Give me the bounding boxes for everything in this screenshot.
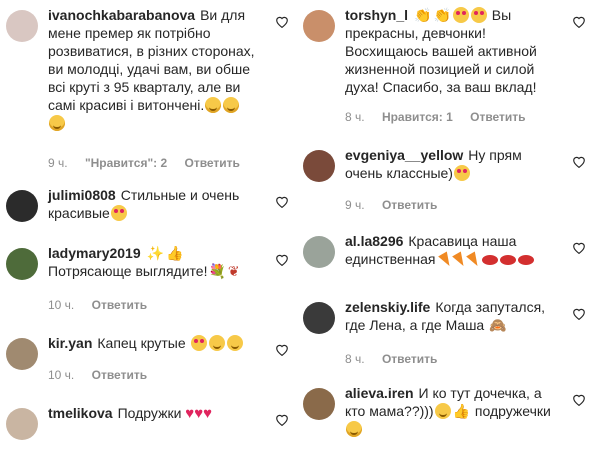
likes-count[interactable]: Нравится: 1 bbox=[382, 110, 453, 124]
avatar[interactable] bbox=[303, 236, 335, 268]
comment-meta: 9 ч. "Нравится": 2 Ответить bbox=[48, 156, 254, 170]
bouquet-emoji-icon: 💐 bbox=[208, 263, 226, 279]
comment-meta: 8 ч. Ответить bbox=[345, 352, 451, 366]
sparkle-emoji-icon: ✨ bbox=[146, 245, 165, 261]
avatar[interactable] bbox=[303, 388, 335, 420]
heart-eyes-emoji-icon bbox=[110, 205, 127, 221]
comment-item: alieva.iren И ко тут дочечка, а кто мама?… bbox=[297, 378, 594, 453]
avatar[interactable] bbox=[6, 248, 38, 280]
avatar[interactable] bbox=[6, 338, 38, 370]
carrot-emoji-icon bbox=[466, 251, 483, 269]
red-heart-emoji-icon: ♥ bbox=[185, 405, 195, 422]
smile-emoji-icon bbox=[49, 115, 65, 131]
avatar[interactable] bbox=[303, 10, 335, 42]
comments-column-right: torshyn_l 👏 👏 Вы прекрасны, девчонки! Восх… bbox=[297, 0, 594, 453]
grin-sweat-emoji-icon bbox=[208, 335, 225, 351]
comment-item: zelenskiy.life Когда запутался, где Лена,… bbox=[297, 292, 594, 372]
red-heart-emoji-icon: ♥ bbox=[194, 405, 204, 422]
carrot-emoji-icon bbox=[438, 251, 455, 269]
grin-emoji-icon bbox=[434, 403, 451, 419]
reply-button[interactable]: Ответить bbox=[382, 198, 437, 212]
comment-item: julimi0808 Стильные и очень красивые bbox=[0, 180, 297, 235]
red-heart-emoji-icon: ♥ bbox=[203, 405, 213, 422]
comment-meta: 10 ч. Ответить bbox=[48, 298, 161, 312]
avatar[interactable] bbox=[303, 302, 335, 334]
heart-eyes-emoji-icon bbox=[452, 7, 469, 23]
wink-emoji-icon bbox=[226, 335, 243, 351]
comment-time: 8 ч. bbox=[345, 110, 365, 124]
comment-item: evgeniya__yellow Ну прям очень классные) … bbox=[297, 140, 594, 220]
heart-eyes-emoji-icon bbox=[470, 7, 487, 23]
comment-text: Подружки bbox=[117, 405, 182, 421]
heart-outline-icon[interactable] bbox=[275, 253, 289, 266]
comment-username[interactable]: zelenskiy.life bbox=[345, 299, 430, 315]
likes-count[interactable]: "Нравится": 2 bbox=[85, 156, 167, 170]
comment-meta: 8 ч. Нравится: 1 Ответить bbox=[345, 110, 540, 124]
comment-username[interactable]: ivanochkabarabanova bbox=[48, 7, 195, 23]
comment-item: tmelikova Подружки ♥♥♥ bbox=[0, 398, 297, 453]
smile-emoji-icon bbox=[223, 97, 240, 113]
heart-outline-icon[interactable] bbox=[275, 343, 289, 356]
comment-username[interactable]: al.la8296 bbox=[345, 233, 403, 249]
comment-item: kir.yan Капец крутые 10 ч. Ответить bbox=[0, 328, 297, 388]
reply-button[interactable]: Ответить bbox=[470, 110, 525, 124]
heart-outline-icon[interactable] bbox=[572, 307, 586, 320]
maple-leaf-emoji-icon: ❦ bbox=[227, 263, 240, 279]
lips-emoji-icon bbox=[518, 255, 535, 265]
reply-button[interactable]: Ответить bbox=[92, 368, 147, 382]
comment-text: Капец крутые bbox=[97, 335, 186, 351]
heart-eyes-emoji-icon bbox=[453, 165, 470, 181]
comment-text-tail: подружечки bbox=[474, 403, 551, 419]
comment-username[interactable]: evgeniya__yellow bbox=[345, 147, 463, 163]
comment-time: 10 ч. bbox=[48, 368, 75, 382]
carrot-emoji-icon bbox=[452, 251, 469, 269]
comment-username[interactable]: alieva.iren bbox=[345, 385, 414, 401]
thumbs-up-emoji-icon: 👍 bbox=[452, 403, 471, 419]
reply-button[interactable]: Ответить bbox=[92, 298, 147, 312]
comment-username[interactable]: kir.yan bbox=[48, 335, 92, 351]
lips-emoji-icon bbox=[500, 255, 517, 265]
see-no-evil-monkey-emoji-icon: 🙈 bbox=[489, 317, 507, 333]
comment-time: 9 ч. bbox=[345, 198, 365, 212]
comment-meta: 10 ч. Ответить bbox=[48, 368, 161, 382]
heart-outline-icon[interactable] bbox=[572, 15, 586, 28]
avatar[interactable] bbox=[6, 190, 38, 222]
comment-username[interactable]: ladymary2019 bbox=[48, 245, 141, 261]
smile-emoji-icon bbox=[346, 421, 362, 437]
comment-username[interactable]: julimi0808 bbox=[48, 187, 116, 203]
heart-eyes-emoji-icon bbox=[190, 335, 207, 351]
clapping-emoji-icon: 👏 bbox=[433, 7, 451, 23]
heart-outline-icon[interactable] bbox=[572, 155, 586, 168]
avatar[interactable] bbox=[6, 10, 38, 42]
smile-emoji-icon bbox=[205, 97, 222, 113]
comment-username[interactable]: tmelikova bbox=[48, 405, 113, 421]
comment-username[interactable]: torshyn_l bbox=[345, 7, 408, 23]
thumbs-up-emoji-icon: 👍 bbox=[166, 245, 184, 261]
heart-outline-icon[interactable] bbox=[275, 413, 289, 426]
comment-item: torshyn_l 👏 👏 Вы прекрасны, девчонки! Восх… bbox=[297, 0, 594, 130]
heart-outline-icon[interactable] bbox=[275, 195, 289, 208]
reply-button[interactable]: Ответить bbox=[382, 352, 437, 366]
heart-outline-icon[interactable] bbox=[572, 393, 586, 406]
comment-time: 9 ч. bbox=[48, 156, 68, 170]
avatar[interactable] bbox=[6, 408, 38, 440]
comment-item: al.la8296 Красавица наша единственная bbox=[297, 226, 594, 286]
comment-time: 8 ч. bbox=[345, 352, 365, 366]
comment-item: ladymary2019 ✨ 👍 Потрясающе выглядите!💐 ❦ 10… bbox=[0, 238, 297, 318]
lips-emoji-icon bbox=[482, 255, 499, 265]
heart-outline-icon[interactable] bbox=[275, 15, 289, 28]
comment-time: 10 ч. bbox=[48, 298, 75, 312]
comment-item: ivanochkabarabanova Ви для мене премер як… bbox=[0, 0, 297, 178]
reply-button[interactable]: Ответить bbox=[184, 156, 239, 170]
comment-text: Потрясающе выглядите! bbox=[48, 263, 208, 279]
heart-outline-icon[interactable] bbox=[572, 241, 586, 254]
comments-column-left: ivanochkabarabanova Ви для мене премер як… bbox=[0, 0, 297, 453]
avatar[interactable] bbox=[303, 150, 335, 182]
comment-meta: 9 ч. Ответить bbox=[345, 198, 451, 212]
clapping-emoji-icon: 👏 bbox=[414, 7, 432, 23]
